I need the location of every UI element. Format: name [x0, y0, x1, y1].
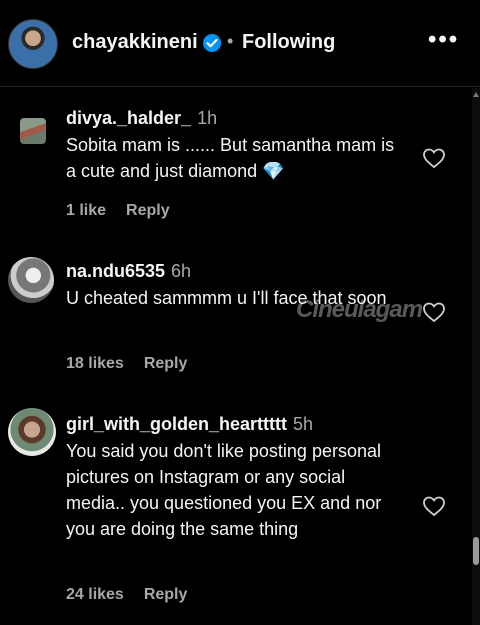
comment-time: 5h — [293, 414, 314, 434]
comment-meta: 24 likes Reply — [66, 586, 187, 604]
comment-meta: 1 like Reply — [66, 202, 170, 220]
reply-button[interactable]: Reply — [144, 586, 188, 603]
post-header: chayakkineni • Following ••• — [0, 0, 480, 87]
reply-button[interactable]: Reply — [126, 202, 170, 219]
comment-time: 6h — [171, 261, 192, 281]
heart-icon[interactable] — [422, 147, 446, 169]
likes-count[interactable]: 1 like — [66, 202, 106, 219]
header-separator: • — [227, 31, 234, 51]
comment-avatar[interactable] — [8, 257, 54, 303]
comment-username[interactable]: divya._halder_ 1h — [66, 108, 217, 129]
heart-icon[interactable] — [422, 495, 446, 517]
comment-username[interactable]: girl_with_golden_hearttttt 5h — [66, 414, 313, 435]
heart-icon[interactable] — [422, 301, 446, 323]
scrollbar-thumb[interactable] — [473, 537, 479, 565]
likes-count[interactable]: 24 likes — [66, 586, 124, 603]
comment-avatar[interactable] — [20, 118, 46, 144]
likes-count[interactable]: 18 likes — [66, 355, 124, 372]
watermark: Cineulagam — [296, 296, 423, 323]
comment-time: 1h — [197, 108, 218, 128]
comment-text: Sobita mam is ...... But samantha mam is… — [66, 135, 395, 181]
following-button[interactable]: Following — [242, 31, 335, 54]
scroll-up-arrow-icon[interactable] — [473, 92, 479, 97]
more-options-icon[interactable]: ••• — [428, 26, 459, 54]
verified-badge-icon — [203, 34, 221, 52]
comment-text: You said you don't like posting personal… — [66, 441, 382, 539]
comment-meta: 18 likes Reply — [66, 355, 187, 373]
header-username[interactable]: chayakkineni — [72, 31, 198, 54]
reply-button[interactable]: Reply — [144, 355, 188, 372]
comment-username[interactable]: na.ndu6535 6h — [66, 261, 191, 282]
avatar[interactable] — [8, 19, 58, 69]
comment-avatar[interactable] — [8, 408, 56, 456]
